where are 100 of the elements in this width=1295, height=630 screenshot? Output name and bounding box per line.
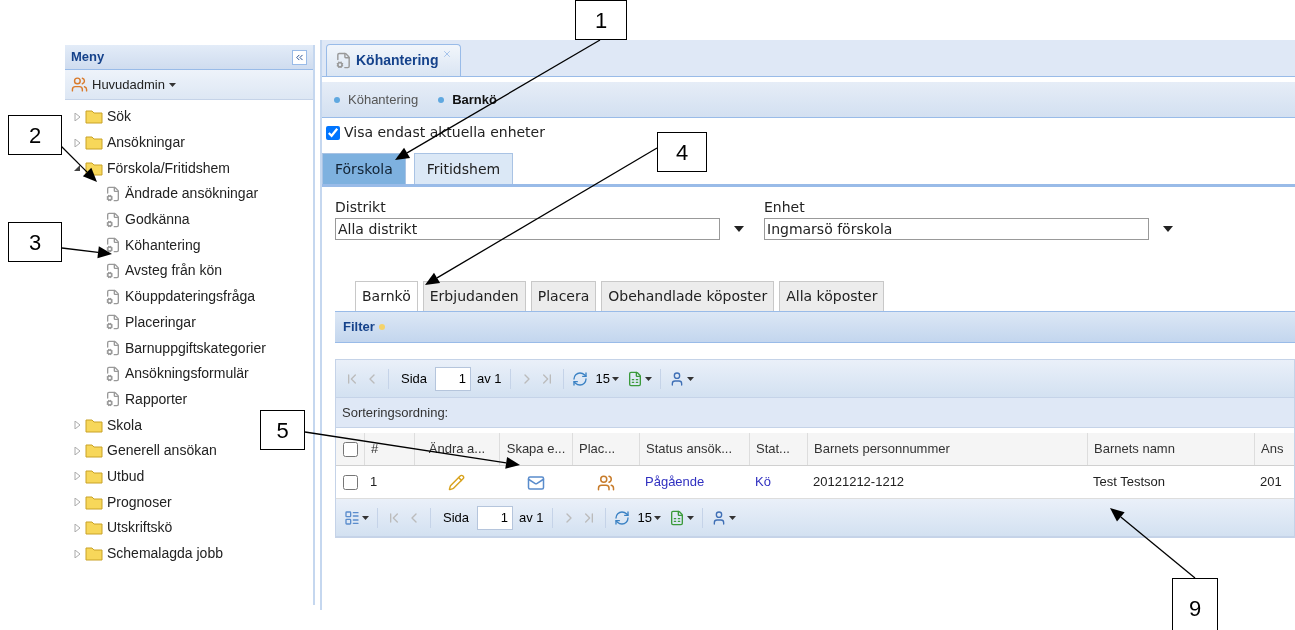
menu-item[interactable]: Ansökningar xyxy=(107,132,185,154)
expand-arrow-icon[interactable] xyxy=(73,523,81,532)
menu-item[interactable]: Utbud xyxy=(107,465,145,487)
columns-button[interactable] xyxy=(344,509,369,526)
page-gear-icon xyxy=(105,365,121,382)
expand-arrow-icon[interactable] xyxy=(73,138,81,147)
callout-number: 3 xyxy=(8,222,62,262)
tab[interactable]: Förskola xyxy=(322,153,406,184)
pencil-icon[interactable] xyxy=(448,474,465,492)
caret-icon xyxy=(612,376,620,381)
folder-icon xyxy=(85,109,103,125)
tab[interactable]: Barnkö xyxy=(355,281,418,311)
select-all-checkbox[interactable] xyxy=(342,441,358,457)
page-gear-icon xyxy=(105,211,121,228)
caret-icon xyxy=(687,376,695,381)
page-gear-icon xyxy=(105,288,121,305)
menu-item[interactable]: Ändrade ansökningar xyxy=(125,183,259,205)
page-label: Sida xyxy=(443,508,470,527)
dropdown-arrow-icon[interactable] xyxy=(734,226,744,232)
caret-icon xyxy=(362,515,369,520)
people-icon[interactable] xyxy=(596,473,615,492)
folder-icon xyxy=(85,160,103,176)
callout-arrow xyxy=(61,246,112,259)
column-header[interactable]: Status ansök... xyxy=(639,433,749,465)
dropdown-field[interactable]: Alla distrikt xyxy=(335,218,720,240)
menu-item[interactable]: Förskola/Fritidshem xyxy=(107,157,230,179)
close-icon[interactable] xyxy=(442,49,453,59)
menu-item[interactable]: Köuppdateringsfråga xyxy=(125,286,255,308)
column-header[interactable]: Stat... xyxy=(749,433,807,465)
menu-item[interactable]: Schemalagda jobb xyxy=(107,543,223,565)
envelope-icon[interactable] xyxy=(526,473,545,492)
folder-icon xyxy=(85,494,103,510)
page-gear-icon xyxy=(335,52,352,69)
expand-arrow-icon[interactable] xyxy=(73,421,81,430)
user-button[interactable] xyxy=(669,370,695,387)
field-label: Distrikt xyxy=(335,198,387,217)
page-gear-icon xyxy=(105,262,121,279)
user-menu-button[interactable]: Huvudadmin xyxy=(92,74,176,95)
status-link[interactable]: Kö xyxy=(755,474,771,490)
refresh-icon[interactable] xyxy=(613,509,630,526)
caret-icon xyxy=(687,515,695,520)
menu-item[interactable]: Barnuppgiftskategorier xyxy=(125,337,266,359)
expand-arrow-icon[interactable] xyxy=(73,472,81,481)
field-label: Enhet xyxy=(764,198,806,217)
expand-arrow-icon[interactable] xyxy=(73,549,81,558)
refresh-icon[interactable] xyxy=(571,370,588,387)
page-input[interactable]: 1 xyxy=(477,505,514,530)
export-button[interactable] xyxy=(627,370,653,387)
table-cell: 20121212-1212 xyxy=(813,474,905,490)
menu-item[interactable]: Skola xyxy=(107,414,143,436)
column-header[interactable]: Barnets namn xyxy=(1087,433,1254,465)
page-input[interactable]: 1 xyxy=(435,366,472,391)
collapse-arrow-icon[interactable] xyxy=(73,164,81,173)
checkbox[interactable] xyxy=(326,125,340,140)
tab[interactable]: Obehandlade köposter xyxy=(601,281,775,311)
document-tab[interactable]: Köhantering xyxy=(326,44,462,76)
page-size-button[interactable]: 15 xyxy=(637,507,662,528)
bullet-icon xyxy=(438,96,445,103)
menu-item[interactable]: Utskriftskö xyxy=(107,517,173,539)
table-cell: 1 xyxy=(370,474,378,490)
user-button[interactable] xyxy=(711,509,737,526)
callout-number: 4 xyxy=(657,132,707,172)
page-size-button[interactable]: 15 xyxy=(595,368,620,389)
tab[interactable]: Placera xyxy=(530,281,597,311)
menu-item[interactable]: Generell ansökan xyxy=(107,440,217,462)
export-button[interactable] xyxy=(669,509,695,526)
status-link[interactable]: Pågående xyxy=(645,474,705,490)
expand-arrow-icon[interactable] xyxy=(73,112,81,121)
dropdown-field[interactable]: Ingmarsö förskola xyxy=(764,218,1149,240)
expand-arrow-icon[interactable] xyxy=(73,446,81,455)
menu-item[interactable]: Sök xyxy=(107,106,132,128)
breadcrumb-item[interactable]: Barnkö xyxy=(452,89,497,110)
folder-icon xyxy=(85,546,103,562)
callout-number: 1 xyxy=(575,0,627,40)
menu-item[interactable]: Godkänna xyxy=(125,209,190,231)
column-header[interactable]: # xyxy=(364,433,414,465)
tab[interactable]: Erbjudanden xyxy=(422,281,526,311)
dropdown-arrow-icon[interactable] xyxy=(1163,226,1173,232)
folder-icon xyxy=(85,135,103,151)
tab[interactable]: Alla köposter xyxy=(779,281,885,311)
table-cell: 201 xyxy=(1260,474,1282,490)
row-checkbox[interactable] xyxy=(342,474,358,490)
expand-arrow-icon[interactable] xyxy=(73,498,81,507)
menu-item[interactable]: Köhantering xyxy=(125,234,201,256)
column-header[interactable]: Ans xyxy=(1254,433,1294,465)
menu-item[interactable]: Prognoser xyxy=(107,491,172,513)
collapse-button[interactable] xyxy=(292,49,307,65)
column-header[interactable]: Plac... xyxy=(572,433,639,465)
column-header[interactable]: Barnets personnummer xyxy=(807,433,1087,465)
filter-bar[interactable]: Filter xyxy=(335,311,1295,343)
breadcrumb-item[interactable]: Köhantering xyxy=(348,89,419,110)
column-header[interactable]: Ändra a... xyxy=(414,433,499,465)
menu-item[interactable]: Avsteg från kön xyxy=(125,260,223,282)
table-cell: Test Testson xyxy=(1093,474,1166,490)
menu-item[interactable]: Rapporter xyxy=(125,388,188,410)
menu-item[interactable]: Ansökningsformulär xyxy=(125,363,249,385)
callout-number: 5 xyxy=(260,410,305,450)
page-label: Sida xyxy=(401,369,428,388)
tab[interactable]: Fritidshem xyxy=(413,153,514,184)
menu-item[interactable]: Placeringar xyxy=(125,311,196,333)
